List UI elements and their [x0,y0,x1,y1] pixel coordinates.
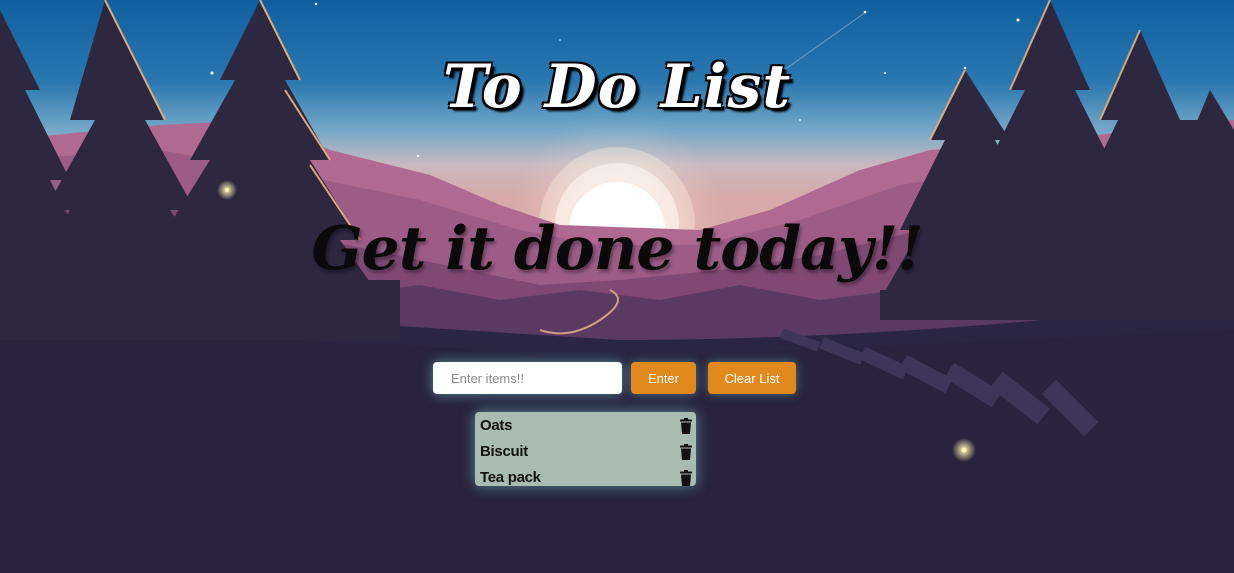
enter-button[interactable]: Enter [631,362,696,394]
list-item-label: Tea pack [480,469,541,486]
clear-list-button[interactable]: Clear List [708,362,796,394]
todo-list: Oats Biscuit Tea pack [475,412,696,486]
list-item-label: Biscuit [480,443,528,460]
list-item: Tea pack [475,466,696,492]
app-title: To Do List [442,52,792,122]
list-item: Biscuit [475,440,696,466]
item-input[interactable] [433,362,622,394]
list-item: Oats [475,414,696,440]
trash-icon[interactable] [680,418,692,434]
trash-icon[interactable] [680,470,692,486]
app-subtitle: Get it done today!! [311,214,923,284]
trash-icon[interactable] [680,444,692,460]
list-item-label: Oats [480,417,513,434]
